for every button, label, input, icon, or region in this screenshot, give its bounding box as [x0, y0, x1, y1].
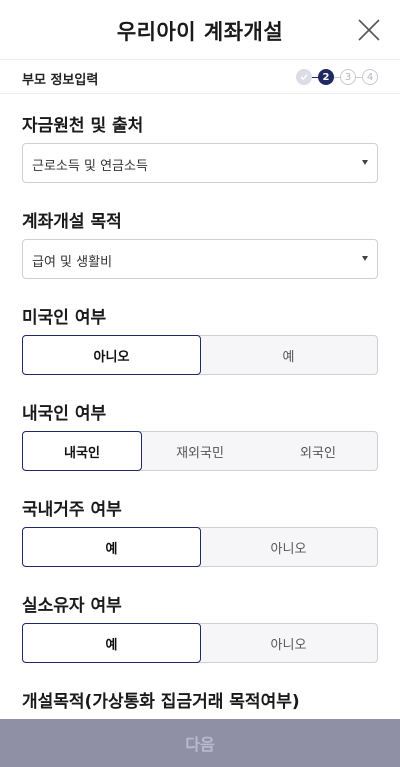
- close-icon: [358, 19, 380, 41]
- us-person-title: 미국인 여부: [22, 308, 107, 328]
- account-purpose-title: 계좌개설 목적: [22, 212, 122, 232]
- step-1-done: [296, 69, 312, 85]
- account-purpose-select[interactable]: 급여 및 생활비: [22, 239, 378, 279]
- vasp-purpose-title: 개설목적(가상통화 집금거래 목적여부): [22, 692, 300, 712]
- step-label: 부모 정보입력: [22, 73, 99, 88]
- beneficial-owner-option-no[interactable]: 아니오: [200, 624, 377, 662]
- beneficial-owner-toggle: 예 아니오: [22, 623, 378, 663]
- nationality-option-overseas-korean[interactable]: 재외국민: [141, 432, 259, 470]
- nationality-toggle: 내국인 재외국민 외국인: [22, 431, 378, 471]
- us-person-option-yes[interactable]: 예: [200, 336, 377, 374]
- caret-down-icon: [362, 256, 368, 261]
- next-button-label: 다음: [185, 735, 215, 754]
- us-person-toggle: 아니오 예: [22, 335, 378, 375]
- step-3: 3: [340, 69, 356, 85]
- close-button[interactable]: [356, 17, 382, 43]
- nationality-option-domestic[interactable]: 내국인: [22, 431, 142, 471]
- account-purpose-value: 급여 및 생활비: [32, 255, 113, 270]
- header: 우리아이 계좌개설: [0, 0, 400, 60]
- fund-source-select[interactable]: 근로소득 및 연금소득: [22, 143, 378, 183]
- residence-title: 국내거주 여부: [22, 500, 122, 520]
- step-4: 4: [362, 69, 378, 85]
- fund-source-value: 근로소득 및 연금소득: [32, 159, 148, 174]
- residence-option-yes[interactable]: 예: [22, 527, 201, 567]
- page-title: 우리아이 계좌개설: [116, 20, 284, 44]
- beneficial-owner-option-yes[interactable]: 예: [22, 623, 201, 663]
- residence-option-no[interactable]: 아니오: [200, 528, 377, 566]
- nationality-option-foreigner[interactable]: 외국인: [259, 432, 377, 470]
- us-person-option-no[interactable]: 아니오: [22, 335, 201, 375]
- step-indicator: 2 3 4: [296, 68, 378, 86]
- step-bar: 부모 정보입력 2 3 4: [0, 61, 400, 94]
- caret-down-icon: [362, 160, 368, 165]
- check-icon: [300, 74, 308, 81]
- nationality-title: 내국인 여부: [22, 404, 107, 424]
- fund-source-title: 자금원천 및 출처: [22, 116, 144, 136]
- next-button[interactable]: 다음: [0, 719, 400, 767]
- step-2-active: 2: [318, 69, 334, 85]
- residence-toggle: 예 아니오: [22, 527, 378, 567]
- beneficial-owner-title: 실소유자 여부: [22, 596, 122, 616]
